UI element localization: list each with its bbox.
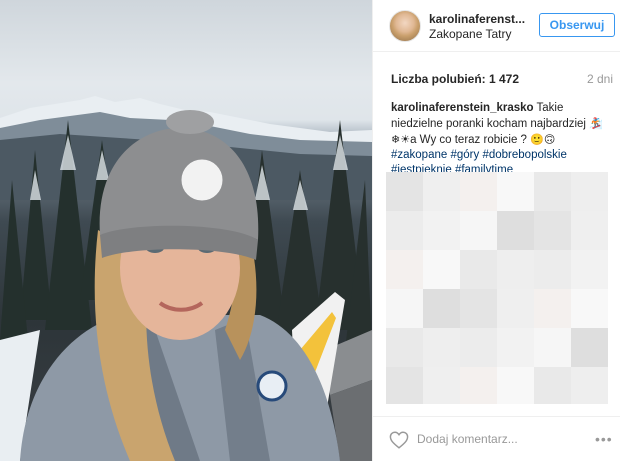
likes-row: Liczba polubień: 1 472 2 dni (391, 72, 617, 88)
blurred-cell (423, 328, 460, 367)
follow-button[interactable]: Obserwuj (539, 13, 615, 37)
blurred-cell (386, 211, 423, 250)
comment-bar: ••• (373, 416, 620, 461)
caption-author-link[interactable]: karolinaferenstein_krasko (391, 102, 534, 114)
comment-input[interactable] (417, 429, 567, 449)
blurred-cell (423, 211, 460, 250)
blurred-cell (534, 250, 571, 289)
blurred-cell (571, 328, 608, 367)
blurred-cell (571, 367, 608, 404)
snowboarder-emoji-icon: 🏂 (589, 117, 603, 130)
blurred-cell (571, 250, 608, 289)
location-link[interactable]: Zakopane Tatry (429, 27, 512, 41)
photo-illustration (0, 96, 372, 461)
avatar[interactable] (389, 10, 421, 42)
post-header: karolinaferenst... Zakopane Tatry Obserw… (373, 0, 620, 52)
blurred-cell (571, 211, 608, 250)
blurred-cell (497, 250, 534, 289)
blurred-cell (497, 211, 534, 250)
hashtag-link[interactable]: #zakopane (391, 149, 447, 161)
username-link[interactable]: karolinaferenst... (429, 12, 525, 26)
blurred-cell (460, 172, 497, 211)
blurred-cell (386, 367, 423, 404)
blurred-cell (497, 328, 534, 367)
blurred-cell (386, 250, 423, 289)
post-timestamp[interactable]: 2 dni (587, 72, 613, 86)
smile-emoji-icon: 🙂 (530, 133, 544, 146)
blurred-cell (497, 367, 534, 404)
blurred-cell (497, 289, 534, 328)
heart-outline-icon[interactable] (389, 431, 409, 449)
blurred-cell (423, 367, 460, 404)
blurred-cell (460, 211, 497, 250)
blurred-cell (534, 211, 571, 250)
blurred-cell (571, 289, 608, 328)
more-options-icon[interactable]: ••• (595, 432, 617, 446)
blurred-comments-area (386, 172, 608, 404)
blurred-cell (423, 289, 460, 328)
blurred-cell (497, 172, 534, 211)
blurred-cell (423, 250, 460, 289)
blurred-cell (534, 172, 571, 211)
blurred-cell (460, 367, 497, 404)
blurred-cell (386, 289, 423, 328)
blurred-cell (534, 328, 571, 367)
caption-text-2: a Wy co teraz robicie ? (410, 134, 531, 146)
blurred-cell (460, 250, 497, 289)
blurred-cell (460, 289, 497, 328)
post-photo[interactable] (0, 0, 372, 461)
blurred-cell (571, 172, 608, 211)
upside-down-emoji-icon: 🙃 (543, 133, 556, 146)
snowflake-emoji-icon: ❄ (391, 133, 401, 146)
likes-count[interactable]: Liczba polubień: 1 472 (391, 72, 519, 86)
post-caption: karolinaferenstein_krasko Takie niedziel… (391, 101, 611, 178)
blurred-cell (386, 328, 423, 367)
blurred-cell (423, 172, 460, 211)
hashtag-link[interactable]: #góry (450, 149, 479, 161)
hashtag-link[interactable]: #dobrebopolskie (482, 149, 566, 161)
blurred-cell (534, 289, 571, 328)
blurred-cell (386, 172, 423, 211)
sun-emoji-icon: ☀ (400, 133, 411, 146)
blurred-cell (534, 367, 571, 404)
blurred-cell (460, 328, 497, 367)
